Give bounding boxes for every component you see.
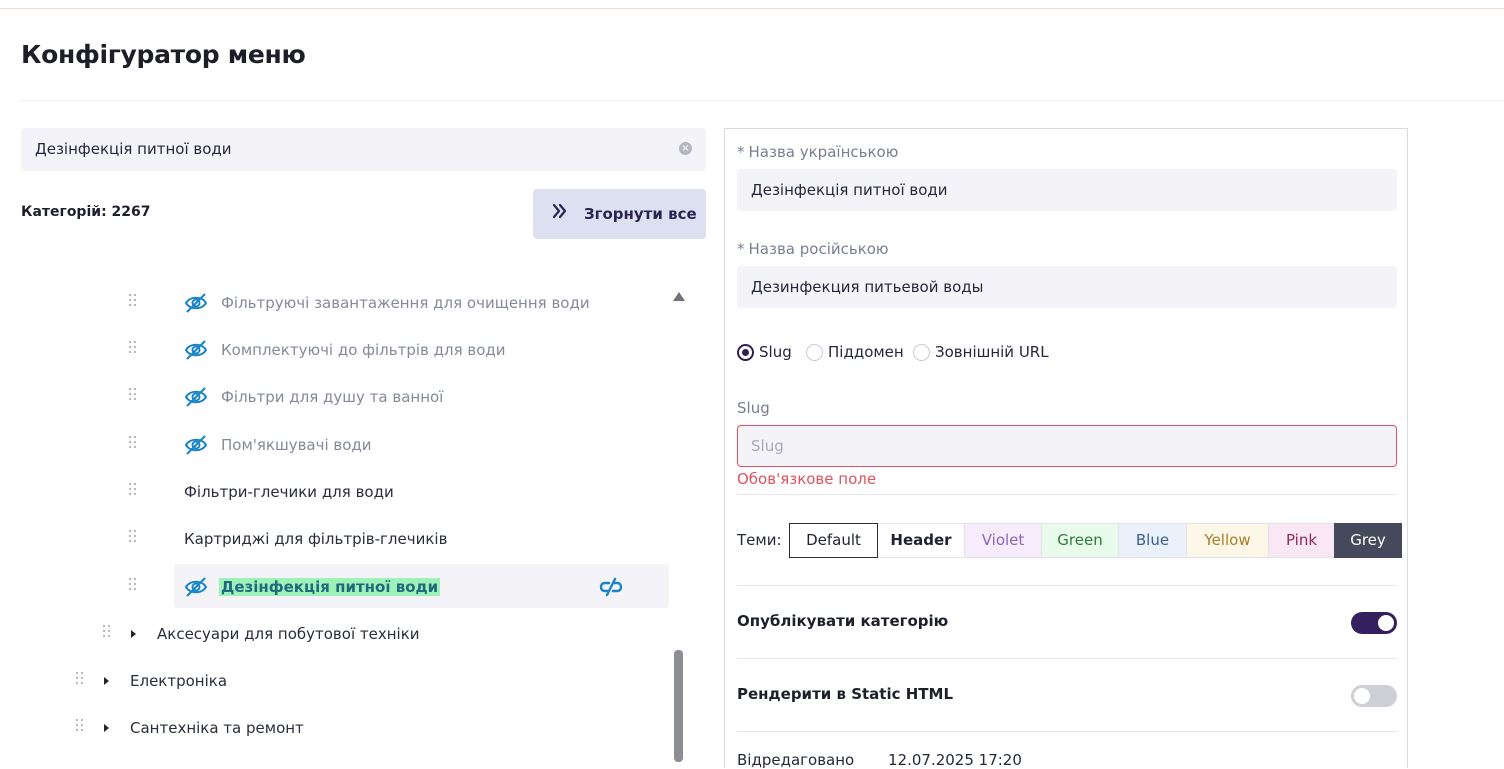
tree-row[interactable]: Фільтри для душу та ванної [21,374,669,418]
radio-label: Піддомен [828,343,904,361]
publish-label: Опублікувати категорію [737,612,949,630]
collapse-all-label: Згорнути все [584,205,697,223]
search-value[interactable]: Дезінфекція питної води [35,140,232,158]
search-input[interactable]: Дезінфекція питної води × [21,128,706,171]
slug-input[interactable] [738,426,1396,466]
static-html-label: Рендерити в Static HTML [737,685,953,703]
required-marker: * [737,143,745,161]
radio-selected-icon[interactable] [737,344,754,361]
toggle-knob [1354,688,1370,704]
tree-item-label: Комплектуючі до фільтрів для води [221,341,506,359]
expand-caret-icon[interactable] [104,677,109,685]
toggle-knob [1378,615,1394,631]
divider [737,585,1397,586]
theme-selector: Default Header Violet Green Blue Yellow … [789,523,1402,558]
scroll-up-arrow-icon[interactable] [673,292,685,301]
slug-label: Slug [737,399,770,417]
top-accent-line [0,8,1504,9]
static-html-toggle[interactable] [1351,685,1397,707]
theme-green-button[interactable]: Green [1041,523,1119,558]
theme-default-button[interactable]: Default [789,523,878,558]
category-tree: Фільтруючі завантаження для очищення вод… [21,280,689,762]
radio-unselected-icon[interactable] [913,344,930,361]
theme-grey-button[interactable]: Grey [1334,523,1402,558]
radio-label: Slug [759,343,792,361]
drag-handle-icon[interactable] [103,625,111,639]
eye-off-icon[interactable] [184,576,208,598]
eye-off-icon[interactable] [184,292,208,314]
required-marker: * [737,240,745,258]
theme-yellow-button[interactable]: Yellow [1186,523,1269,558]
eye-off-icon[interactable] [184,339,208,361]
eye-off-icon[interactable] [184,434,208,456]
theme-blue-button[interactable]: Blue [1118,523,1187,558]
drag-handle-icon[interactable] [129,341,137,355]
radio-unselected-icon[interactable] [806,344,823,361]
category-form: * Назва українською Дезінфекція питної во… [724,128,1408,769]
tree-row[interactable]: Аксесуари для побутової техніки [21,611,669,655]
theme-header-button[interactable]: Header [877,523,965,558]
tree-item-label: Фільтри-глечики для води [184,483,394,501]
divider [737,658,1397,659]
theme-pink-button[interactable]: Pink [1268,523,1335,558]
drag-handle-icon[interactable] [129,530,137,544]
tree-row[interactable]: Картриджі для фільтрів-глечиків [21,516,669,560]
tree-row[interactable]: Комплектуючі до фільтрів для води [21,327,669,371]
eye-off-icon[interactable] [184,386,208,408]
expand-caret-icon[interactable] [131,630,136,638]
tree-row-selected[interactable]: Дезінфекція питної води [174,564,669,608]
name-ua-value[interactable]: Дезінфекція питної води [751,181,948,199]
drag-handle-icon[interactable] [76,719,84,733]
double-chevron-right-icon [552,203,567,219]
expand-caret-icon[interactable] [104,724,109,732]
name-ru-value[interactable]: Дезинфекция питьевой воды [751,278,983,296]
drag-handle-icon[interactable] [129,388,137,402]
tree-item-label: Фільтри для душу та ванної [221,388,444,406]
drag-handle-icon[interactable] [129,578,137,592]
tree-item-label: Електроніка [130,672,228,690]
tree-item-label: Фільтруючі завантаження для очищення вод… [221,294,590,312]
slug-error-message: Обов'язкове поле [737,470,877,488]
name-ua-input[interactable]: Дезінфекція питної води [737,169,1397,211]
tree-scrollbar[interactable] [671,288,686,762]
collapse-all-button[interactable]: Згорнути все [533,189,706,239]
tree-item-label: Дезінфекція питної води [219,578,441,596]
slug-field[interactable] [737,425,1397,467]
name-ru-input[interactable]: Дезинфекция питьевой воды [737,266,1397,308]
edited-label: Відредаговано [737,751,855,769]
tree-row[interactable]: Електроніка [21,658,669,702]
drag-handle-icon[interactable] [129,483,137,497]
tree-item-label: Картриджі для фільтрів-глечиків [184,530,448,548]
clear-icon[interactable]: × [679,142,692,155]
drag-handle-icon[interactable] [129,436,137,450]
theme-violet-button[interactable]: Violet [964,523,1042,558]
divider [737,494,1397,495]
category-count: Категорій: 2267 [21,204,151,220]
scroll-thumb[interactable] [674,650,683,762]
tree-item-label: Пом'якшувачі води [221,436,372,454]
page-title: Конфігуратор меню [21,40,306,69]
radio-label: Зовнішній URL [935,343,1049,361]
drag-handle-icon[interactable] [129,294,137,308]
tree-item-label: Аксесуари для побутової техніки [157,625,420,643]
tree-row[interactable]: Пом'якшувачі води [21,422,669,466]
publish-toggle[interactable] [1351,612,1397,634]
name-ua-label: * Назва українською [737,143,899,161]
themes-label: Теми: [737,531,782,549]
divider [737,731,1397,732]
tree-item-label: Сантехніка та ремонт [130,719,304,737]
tree-row[interactable]: Фільтри-глечики для води [21,469,669,513]
name-ru-label: * Назва російською [737,240,889,258]
tree-row[interactable]: Сантехніка та ремонт [21,705,669,749]
drag-handle-icon[interactable] [76,672,84,686]
title-divider [20,100,1504,101]
edited-timestamp: 12.07.2025 17:20 [888,751,1022,769]
tree-row[interactable]: Фільтруючі завантаження для очищення вод… [21,280,669,324]
unlink-icon[interactable] [599,576,623,598]
